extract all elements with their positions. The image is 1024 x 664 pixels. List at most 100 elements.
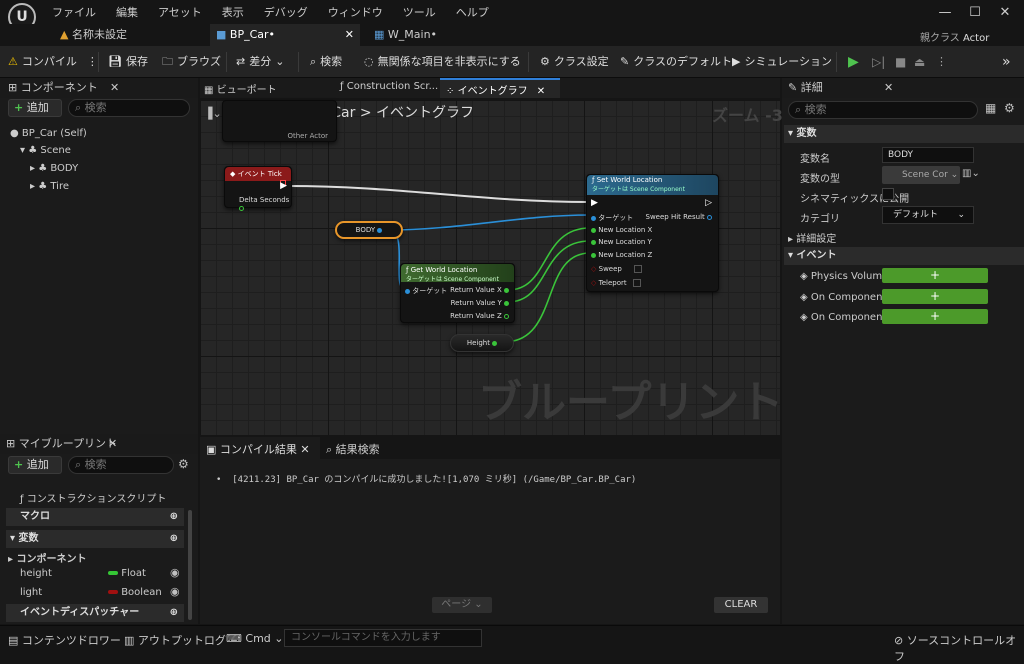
step-icon[interactable]: ▷| <box>872 46 885 78</box>
components-search-input[interactable]: ⌕ 検索 <box>68 99 190 117</box>
close-tab-icon[interactable]: ✕ <box>300 443 309 456</box>
tab-viewport[interactable]: ▦ ビューポート <box>204 81 277 96</box>
close-panel-icon[interactable]: ✕ <box>884 78 893 98</box>
body-variable-node[interactable]: BODY <box>335 221 403 239</box>
my-blueprint-search-input[interactable]: ⌕ 検索 <box>68 456 174 474</box>
menu-view[interactable]: 表示 <box>222 4 244 20</box>
close-tab-icon[interactable]: ✕ <box>345 24 354 46</box>
settings-gear-icon[interactable]: ⚙ <box>178 457 189 471</box>
partial-event-node[interactable]: Other Actor <box>222 100 337 142</box>
tree-item-body[interactable]: ▸ ♣ BODY <box>30 163 78 174</box>
settings-gear-icon[interactable]: ⚙ <box>1004 101 1015 115</box>
advanced-section[interactable]: ▸ 詳細設定 <box>788 230 836 245</box>
tab-w-main[interactable]: ▦ W_Main• <box>368 24 498 46</box>
class-defaults-button[interactable]: ✎ クラスのデフォルト <box>620 46 732 78</box>
section-variables[interactable]: ▾ 変数 ⊕ <box>6 530 184 548</box>
console-input[interactable]: コンソールコマンドを入力します <box>284 629 482 647</box>
add-event-button[interactable]: + <box>882 309 988 324</box>
menu-debug[interactable]: デバッグ <box>264 4 308 20</box>
play-icon[interactable]: ▶ <box>848 46 859 78</box>
menu-edit[interactable]: 編集 <box>116 4 138 20</box>
compile-options-icon[interactable]: ⋮ <box>87 46 98 78</box>
close-panel-icon[interactable]: ✕ <box>110 78 119 98</box>
construction-script-item[interactable]: ƒ コンストラクションスクリプト <box>20 490 166 505</box>
details-search-input[interactable]: ⌕ 検索 <box>788 101 978 119</box>
category-dropdown[interactable]: デフォルト ⌄ <box>882 206 974 224</box>
tab-construction-script[interactable]: ƒ Construction Scr... <box>340 81 438 92</box>
eye-icon[interactable]: ◉ <box>170 585 180 598</box>
container-type-icon[interactable]: ▥⌄ <box>962 168 980 179</box>
new-location-y-pin[interactable]: New Location Y <box>591 238 652 246</box>
expand-toolbar-icon[interactable]: » <box>1002 46 1011 78</box>
add-component-button[interactable]: + 追加 <box>8 99 62 117</box>
sweep-pin[interactable]: ◇ Sweep <box>591 265 643 273</box>
compile-button[interactable]: ⚠ コンパイル ⋮ <box>8 46 98 78</box>
get-world-location-node[interactable]: ƒ Get World Location ターゲットは Scene Compon… <box>400 263 515 323</box>
close-icon[interactable]: ✕ <box>990 2 1020 24</box>
set-world-location-node[interactable]: ƒ Set World Location ターゲットは Scene Compon… <box>586 174 719 292</box>
sweep-hit-result-pin[interactable]: Sweep Hit Result <box>646 213 712 221</box>
add-circle-icon[interactable]: ⊕ <box>170 508 178 526</box>
variable-light-type[interactable]: Boolean <box>108 587 162 598</box>
diff-button[interactable]: ⇄ 差分 ⌄ <box>236 46 284 78</box>
play-options-icon[interactable]: ⋮ <box>936 46 947 78</box>
maximize-icon[interactable]: ☐ <box>960 2 990 24</box>
menu-tools[interactable]: ツール <box>403 4 436 20</box>
tab-bp-car[interactable]: ■ BP_Car• ✕ <box>210 24 360 46</box>
save-button[interactable]: 💾︎ 保存 <box>108 46 148 78</box>
delta-seconds-pin[interactable]: Delta Seconds <box>239 196 291 212</box>
tab-event-graph[interactable]: ⁘ イベントグラフ ✕ <box>440 78 560 98</box>
add-event-button[interactable]: + <box>882 268 988 283</box>
close-tab-icon[interactable]: ✕ <box>537 86 545 97</box>
exec-out-pin[interactable]: ▷ <box>705 198 712 208</box>
get-target-pin[interactable]: ターゲット <box>405 286 447 296</box>
class-settings-button[interactable]: ⚙ クラス設定 <box>540 46 609 78</box>
exec-in-pin[interactable]: ▶ <box>591 198 598 208</box>
section-variable[interactable]: ▾ 変数 <box>784 125 1024 143</box>
add-event-button[interactable]: + <box>882 289 988 304</box>
cinematic-checkbox[interactable] <box>882 188 894 200</box>
close-panel-icon[interactable]: ✕ <box>108 434 117 454</box>
find-button[interactable]: ⌕ 検索 <box>310 46 342 78</box>
browse-button[interactable]: 🗀 ブラウズ <box>162 46 221 78</box>
new-location-z-pin[interactable]: New Location Z <box>591 251 652 259</box>
section-macros[interactable]: マクロ ⊕ <box>6 508 184 526</box>
other-actor-pin[interactable]: Other Actor <box>287 132 328 140</box>
section-dispatchers[interactable]: イベントディスパッチャー ⊕ <box>6 604 184 622</box>
event-tick-node[interactable]: ◆ イベント Tick ▶ Delta Seconds <box>224 166 292 211</box>
variable-height[interactable]: height <box>20 568 52 579</box>
tab-compile-results[interactable]: ▣ コンパイル結果 ✕ <box>200 437 320 459</box>
tab-untitled[interactable]: ▲ 名称未設定 <box>54 24 204 46</box>
return-x-pin[interactable]: Return Value X <box>450 286 509 294</box>
hide-unrelated-button[interactable]: ◌ 無関係な項目を非表示にする <box>364 46 521 78</box>
cmd-dropdown[interactable]: ⌨ Cmd ⌄ <box>226 632 284 645</box>
menu-asset[interactable]: アセット <box>158 4 202 20</box>
variable-light[interactable]: light <box>20 587 42 598</box>
tab-find-results[interactable]: ⌕ 結果検索 <box>326 441 380 457</box>
eye-icon[interactable]: ◉ <box>170 566 180 579</box>
add-circle-icon[interactable]: ⊕ <box>170 604 178 622</box>
return-z-pin[interactable]: Return Value Z <box>450 312 509 320</box>
height-variable-node[interactable]: Height <box>450 334 514 352</box>
source-control-button[interactable]: ⊘ ソースコントロールオフ <box>894 632 1024 664</box>
page-dropdown[interactable]: ページ ⌄ <box>432 597 492 613</box>
components-subsection[interactable]: ▸ コンポーネント <box>8 550 87 565</box>
var-name-input[interactable]: BODY <box>882 147 974 163</box>
content-drawer-button[interactable]: ▤ コンテンツドロワー <box>8 632 121 648</box>
variable-height-type[interactable]: Float <box>108 568 146 579</box>
return-y-pin[interactable]: Return Value Y <box>451 299 509 307</box>
clear-button[interactable]: CLEAR <box>714 597 768 613</box>
target-pin[interactable]: ターゲット <box>591 213 633 223</box>
add-circle-icon[interactable]: ⊕ <box>170 530 178 548</box>
new-location-x-pin[interactable]: New Location X <box>591 226 652 234</box>
eject-icon[interactable]: ⏏ <box>914 46 925 78</box>
height-out-pin[interactable] <box>492 340 498 346</box>
stop-icon[interactable]: ■ <box>895 46 906 78</box>
simulation-button[interactable]: ▶ シミュレーション <box>732 46 832 78</box>
section-event[interactable]: ▾ イベント <box>784 247 1024 265</box>
table-view-icon[interactable]: ▦ <box>985 101 996 115</box>
tree-item-scene[interactable]: ▾ ♣ Scene <box>20 145 71 156</box>
exec-out-pin[interactable]: ▶ <box>280 181 287 191</box>
tree-item-tire[interactable]: ▸ ♣ Tire <box>30 181 69 192</box>
menu-file[interactable]: ファイル <box>52 4 96 20</box>
